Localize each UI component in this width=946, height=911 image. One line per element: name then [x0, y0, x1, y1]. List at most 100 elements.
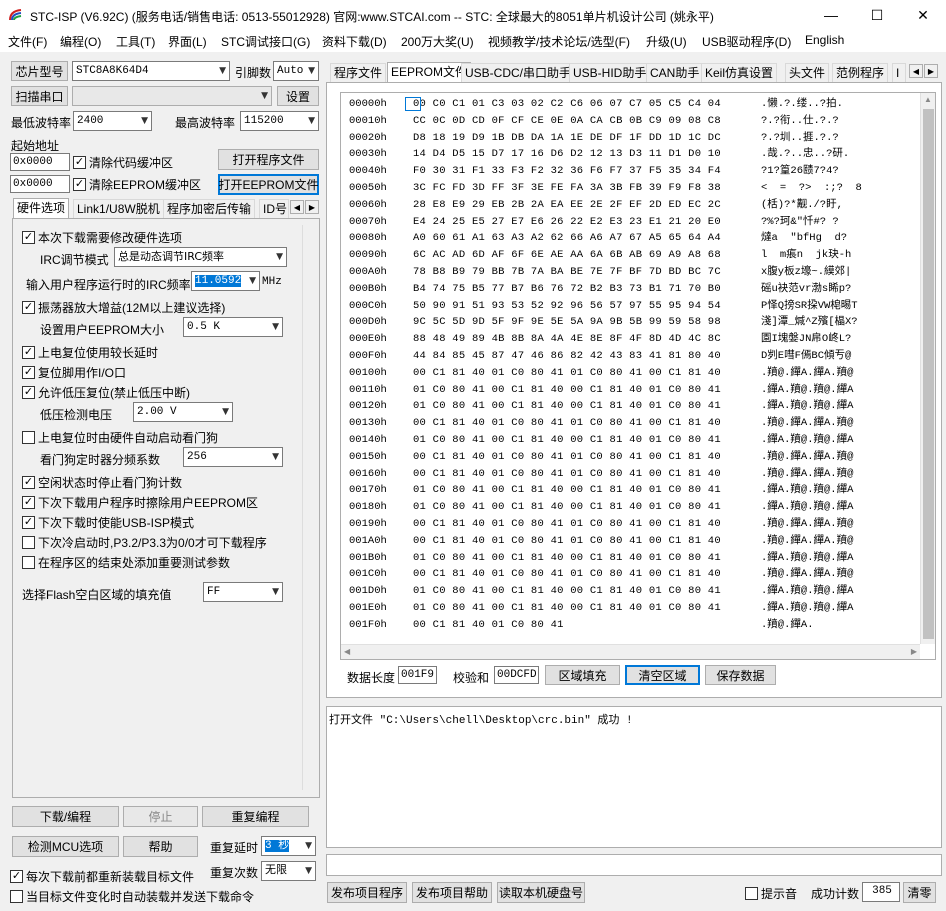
- watchdog-prescaler-value: 256: [187, 451, 207, 463]
- tab-more[interactable]: I: [892, 63, 906, 83]
- tab-keil-sim[interactable]: Keil仿真设置: [701, 63, 778, 83]
- scroll-up-icon[interactable]: ▲: [924, 95, 932, 104]
- beep-checkbox[interactable]: 提示音: [745, 885, 797, 902]
- scroll-right-icon[interactable]: ▶: [911, 647, 917, 656]
- chip-model-select[interactable]: STC8A8K64D4 ▼: [72, 61, 230, 81]
- publish-help-button[interactable]: 发布项目帮助: [412, 882, 492, 903]
- tab-scroll-left-icon[interactable]: ◀: [909, 64, 923, 78]
- hex-ascii: ?1?篁26赜7?4?: [761, 165, 839, 178]
- menu-download[interactable]: 资料下载(D): [322, 33, 387, 50]
- repeat-program-button[interactable]: 重复编程: [202, 806, 309, 827]
- hex-bytes: 00 C1 81 40 01 C0 80 41 01 C0 80 41 00 C…: [413, 366, 721, 379]
- option-reset-pin-io[interactable]: ✓ 复位脚用作I/O口: [22, 364, 126, 381]
- tab-scroll-left-icon[interactable]: ◀: [290, 200, 304, 214]
- menu-interface[interactable]: 界面(L): [168, 33, 207, 50]
- option-label: 振荡器放大增益(12M以上建议选择): [38, 301, 226, 315]
- tab-examples[interactable]: 范例程序: [832, 63, 889, 83]
- option-test-params[interactable]: 在程序区的结束处添加重要测试参数: [22, 554, 230, 571]
- tab-eeprom-file[interactable]: EEPROM文件: [387, 62, 472, 83]
- eeprom-start-address-field[interactable]: 0x0000: [10, 175, 70, 193]
- menu-program[interactable]: 编程(O): [60, 33, 101, 50]
- scroll-left-icon[interactable]: ◀: [344, 647, 350, 656]
- tab-scroll-right-icon[interactable]: ▶: [924, 64, 938, 78]
- save-data-button[interactable]: 保存数据: [705, 665, 776, 685]
- scrollbar-thumb[interactable]: [923, 109, 934, 639]
- max-baud-select[interactable]: 115200 ▼: [240, 111, 319, 131]
- chip-model-label[interactable]: 芯片型号: [11, 61, 68, 81]
- irc-freq-select[interactable]: 11.0592 ▼: [191, 271, 260, 291]
- maximize-button[interactable]: ☐: [854, 0, 900, 30]
- log-output[interactable]: 打开文件 "C:\Users\chell\Desktop\crc.bin" 成功…: [326, 706, 942, 848]
- publish-program-button[interactable]: 发布项目程序: [327, 882, 407, 903]
- settings-button[interactable]: 设置: [277, 86, 319, 106]
- tab-usb-hid[interactable]: USB-HID助手: [569, 63, 651, 83]
- open-eeprom-file-button[interactable]: 打开EEPROM文件: [218, 174, 319, 195]
- clear-count-button[interactable]: 清零: [903, 882, 936, 903]
- code-start-address-field[interactable]: 0x0000: [10, 153, 70, 171]
- menu-award[interactable]: 200万大奖(U): [401, 33, 474, 50]
- menu-tools[interactable]: 工具(T): [116, 33, 155, 50]
- tab-usb-cdc[interactable]: USB-CDC/串口助手: [461, 63, 576, 83]
- option-low-voltage-reset[interactable]: ✓ 允许低压复位(禁止低压中断): [22, 384, 190, 401]
- hex-horizontal-scrollbar[interactable]: ◀ ▶: [341, 644, 920, 659]
- option-idle-stop-watchdog[interactable]: ✓ 空闲状态时停止看门狗计数: [22, 474, 182, 491]
- options-scrollbar[interactable]: [302, 225, 316, 790]
- hex-addr: 000B0h: [349, 282, 387, 295]
- tab-scroll-right-icon[interactable]: ▶: [305, 200, 319, 214]
- menu-video[interactable]: 视频教学/技术论坛/选型(F): [488, 33, 630, 50]
- repeat-delay-select[interactable]: 3 秒 ▼: [261, 836, 316, 856]
- help-button[interactable]: 帮助: [123, 836, 198, 857]
- watchdog-prescaler-select[interactable]: 256 ▼: [183, 447, 283, 467]
- clear-code-buffer-checkbox[interactable]: ✓ 清除代码缓冲区: [73, 154, 173, 171]
- hex-vertical-scrollbar[interactable]: ▲: [920, 93, 935, 644]
- tab-program-file[interactable]: 程序文件: [330, 63, 387, 83]
- eeprom-size-select[interactable]: 0.5 K ▼: [183, 317, 283, 337]
- port-select[interactable]: ▼: [72, 86, 272, 106]
- menu-file[interactable]: 文件(F): [8, 33, 47, 50]
- tab-encrypted-transfer[interactable]: 程序加密后传输: [163, 199, 256, 219]
- clear-eeprom-buffer-checkbox[interactable]: ✓ 清除EEPROM缓冲区: [73, 176, 201, 193]
- option-auto-watchdog[interactable]: 上电复位时由硬件自动启动看门狗: [22, 429, 218, 446]
- tab-header-file[interactable]: 头文件: [785, 63, 830, 83]
- checksum-field[interactable]: 00DCFD: [494, 666, 539, 684]
- hex-ascii: .羵@.繟A.繟A.羵@: [761, 568, 854, 581]
- option-usb-isp[interactable]: ✓ 下次下载时使能USB-ISP模式: [22, 514, 194, 531]
- scan-port-button[interactable]: 扫描串口: [11, 86, 68, 106]
- menu-upgrade[interactable]: 升级(U): [646, 33, 687, 50]
- option-cold-start-pins[interactable]: 下次冷启动时,P3.2/P3.3为0/0才可下载程序: [22, 534, 267, 551]
- close-button[interactable]: ✕: [900, 0, 946, 30]
- read-disk-id-button[interactable]: 读取本机硬盘号: [497, 882, 585, 903]
- auto-reload-checkbox[interactable]: 当目标文件变化时自动装载并发送下载命令: [10, 888, 254, 905]
- download-button[interactable]: 下载/编程: [12, 806, 119, 827]
- detect-mcu-button[interactable]: 检测MCU选项: [12, 836, 119, 857]
- reload-before-download-checkbox[interactable]: ✓ 每次下载前都重新装载目标文件: [10, 868, 194, 885]
- tab-link1-offline[interactable]: Link1/U8W脱机: [73, 199, 164, 219]
- flash-fill-select[interactable]: FF ▼: [203, 582, 283, 602]
- option-erase-eeprom[interactable]: ✓ 下次下载用户程序时擦除用户EEPROM区: [22, 494, 258, 511]
- minimize-button[interactable]: —: [808, 0, 854, 30]
- data-length-field[interactable]: 001F9: [398, 666, 437, 684]
- option-oscillator-gain[interactable]: ✓ 振荡器放大增益(12M以上建议选择): [22, 299, 225, 316]
- stop-button[interactable]: 停止: [123, 806, 198, 827]
- hex-addr: 00090h: [349, 249, 387, 262]
- menu-debug[interactable]: STC调试接口(G): [221, 33, 310, 50]
- option-modify-hardware[interactable]: ✓ 本次下载需要修改硬件选项: [22, 229, 182, 246]
- tab-hardware-options[interactable]: 硬件选项: [13, 198, 70, 218]
- tab-can[interactable]: CAN助手: [646, 63, 704, 83]
- tab-id[interactable]: ID号: [259, 199, 289, 219]
- option-long-reset-delay[interactable]: ✓ 上电复位使用较长延时: [22, 344, 158, 361]
- menu-english[interactable]: English: [805, 33, 844, 47]
- irc-mode-select[interactable]: 总是动态调节IRC频率 ▼: [114, 247, 287, 267]
- hex-editor[interactable]: 00000h 00 C0 C1 01 C3 03 02 C2 C6 06 07 C…: [340, 92, 936, 660]
- pin-count-select[interactable]: Auto ▼: [273, 61, 319, 81]
- fill-region-button[interactable]: 区域填充: [545, 665, 620, 685]
- repeat-count-label: 重复次数: [210, 866, 259, 880]
- success-count-field[interactable]: 385: [862, 882, 900, 902]
- open-program-file-button[interactable]: 打开程序文件: [218, 149, 319, 170]
- hex-ascii: 磘u袂范vr渤s睎p?: [761, 282, 852, 295]
- min-baud-select[interactable]: 2400 ▼: [73, 111, 152, 131]
- repeat-count-select[interactable]: 无限 ▼: [261, 861, 316, 881]
- low-voltage-select[interactable]: 2.00 V ▼: [133, 402, 233, 422]
- clear-region-button[interactable]: 清空区域: [625, 665, 700, 685]
- menu-usb-driver[interactable]: USB驱动程序(D): [702, 33, 791, 50]
